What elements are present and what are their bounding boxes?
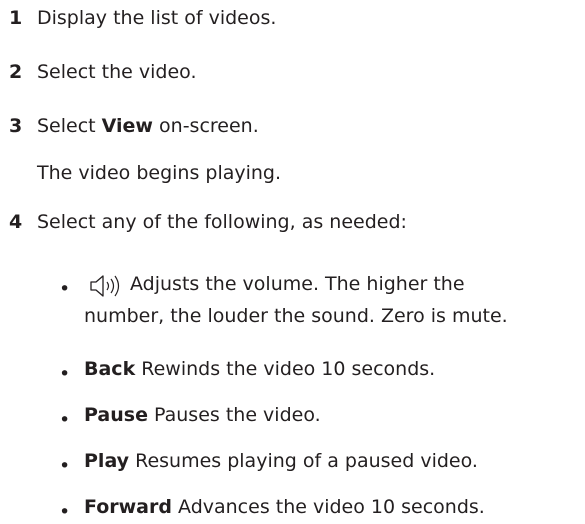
step-number: 3 bbox=[9, 115, 23, 137]
control-item-forward: Forward Advances the video 10 seconds. bbox=[84, 495, 485, 519]
bullet: • bbox=[59, 409, 71, 431]
bullet: • bbox=[59, 455, 71, 477]
control-item-play: Play Resumes playing of a paused video. bbox=[84, 449, 478, 473]
bullet: • bbox=[59, 501, 71, 523]
step-text: Display the list of videos. bbox=[37, 7, 277, 29]
volume-item: Adjusts the volume. The higher the bbox=[90, 272, 465, 298]
view-label: View bbox=[101, 115, 153, 137]
step-text: Select the video. bbox=[37, 61, 197, 83]
forward-description: Advances the video 10 seconds. bbox=[171, 496, 485, 518]
step-number: 1 bbox=[9, 7, 23, 29]
pause-label: Pause bbox=[84, 404, 148, 426]
volume-description-line1: Adjusts the volume. The higher the bbox=[130, 273, 465, 295]
step-text: Select any of the following, as needed: bbox=[37, 211, 407, 233]
control-item-back: Back Rewinds the video 10 seconds. bbox=[84, 357, 435, 381]
forward-label: Forward bbox=[84, 496, 172, 518]
control-item-pause: Pause Pauses the video. bbox=[84, 403, 321, 427]
step-text-pre: Select bbox=[37, 115, 102, 137]
speaker-volume-icon bbox=[90, 275, 120, 297]
step-3: 3 Select View on-screen. bbox=[9, 114, 259, 138]
step-1: 1 Display the list of videos. bbox=[9, 6, 276, 30]
pause-description: Pauses the video. bbox=[147, 404, 321, 426]
step-3-note: The video begins playing. bbox=[37, 162, 282, 184]
back-description: Rewinds the video 10 seconds. bbox=[135, 358, 436, 380]
bullet: • bbox=[59, 278, 71, 300]
step-4: 4 Select any of the following, as needed: bbox=[9, 210, 407, 234]
bullet: • bbox=[59, 363, 71, 385]
play-label: Play bbox=[84, 450, 130, 472]
volume-description-line2: number, the louder the sound. Zero is mu… bbox=[84, 305, 508, 327]
step-number: 2 bbox=[9, 61, 23, 83]
step-number: 4 bbox=[9, 211, 23, 233]
step-text-post: on-screen. bbox=[152, 115, 259, 137]
play-description: Resumes playing of a paused video. bbox=[129, 450, 478, 472]
back-label: Back bbox=[84, 358, 136, 380]
step-2: 2 Select the video. bbox=[9, 60, 196, 84]
